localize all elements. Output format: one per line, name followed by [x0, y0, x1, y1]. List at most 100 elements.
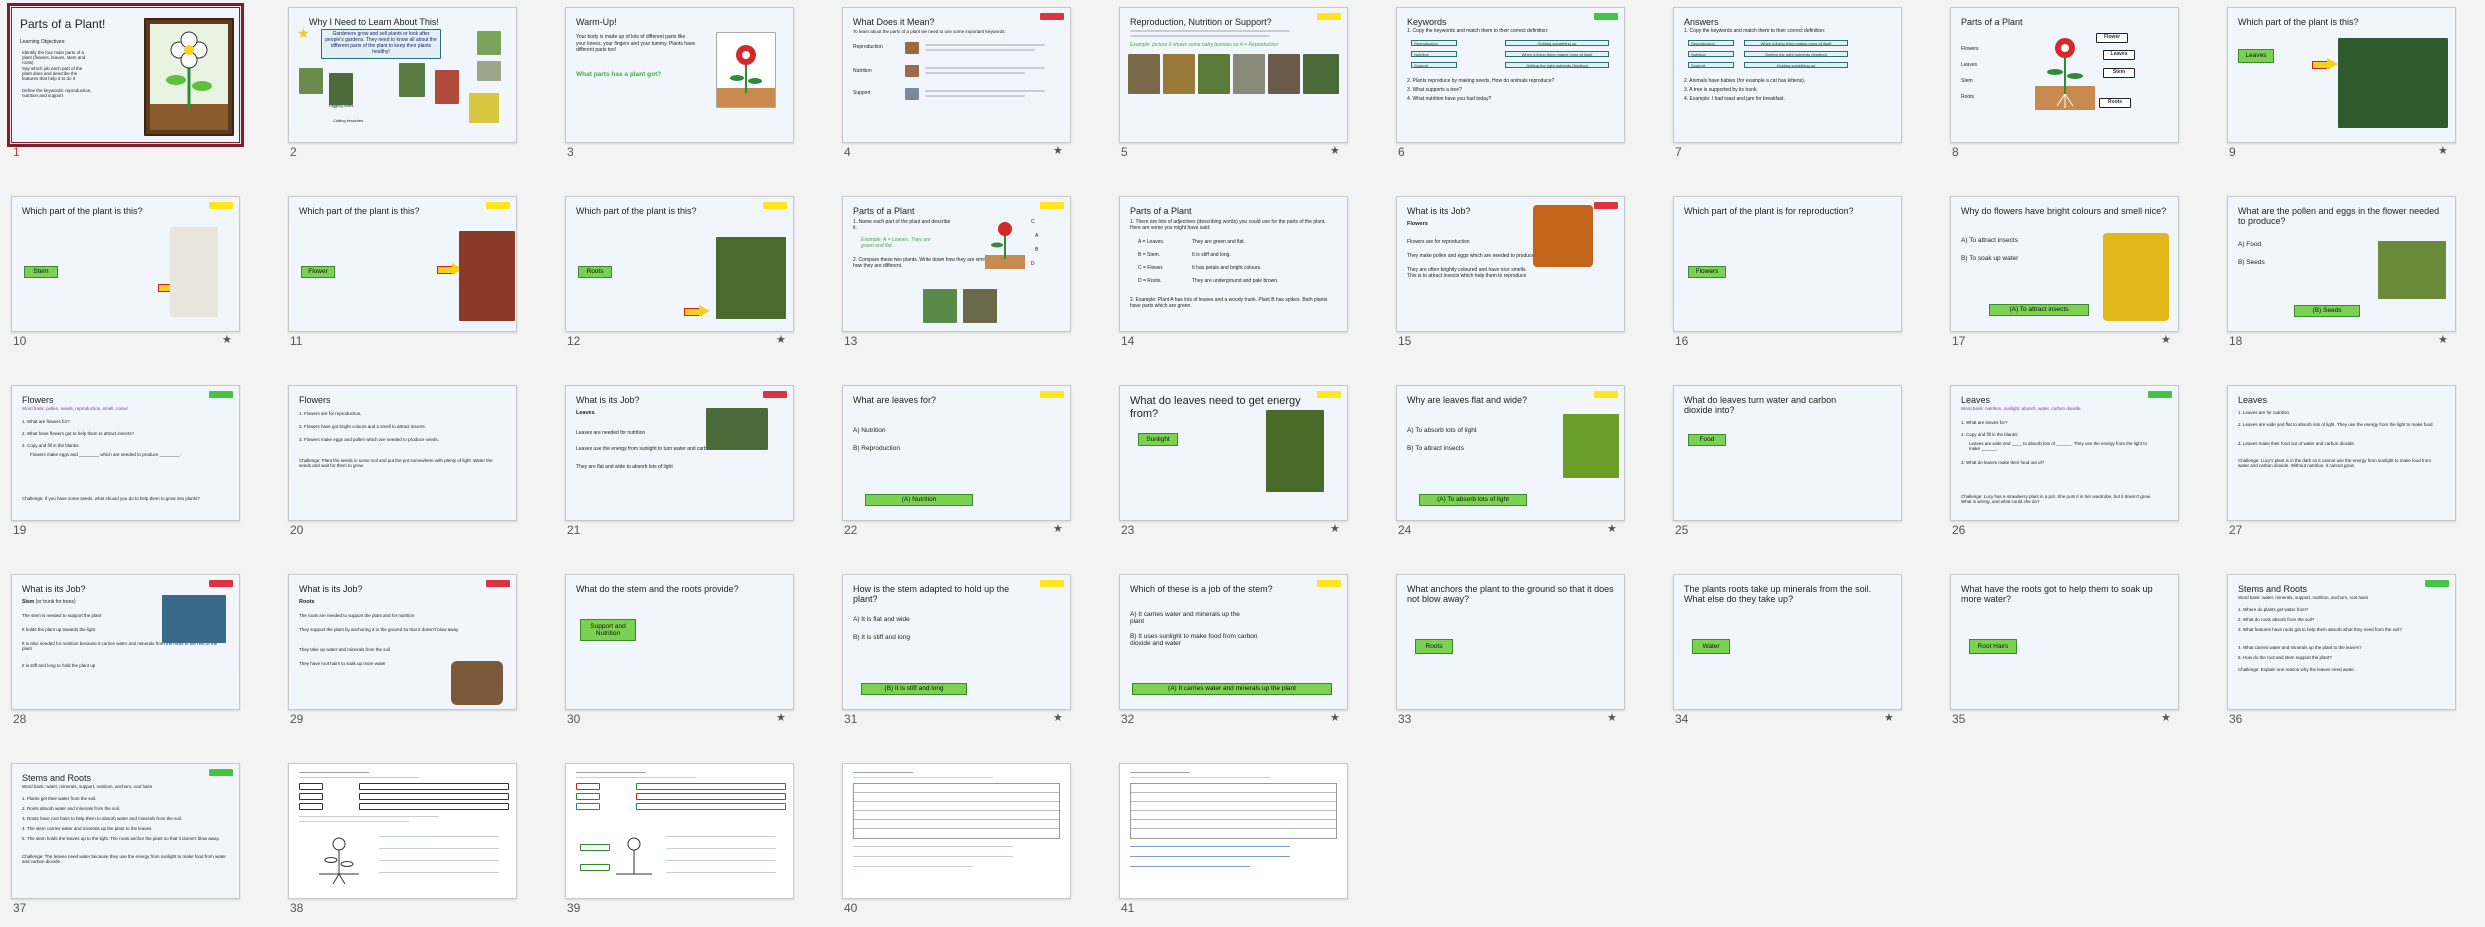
slide-number: 28 — [13, 712, 27, 726]
objectives-label: Learning Objectives: — [20, 39, 66, 45]
slide-thumbnail-6[interactable]: Keywords 1. Copy the keywords and match … — [1396, 7, 1625, 143]
slide-cell-30: What do the stem and the roots provide? … — [554, 567, 795, 726]
slide-thumbnail-24[interactable]: Why are leaves flat and wide? A) To abso… — [1396, 385, 1625, 521]
slide-cell-36: Stems and Roots Word bank: water, minera… — [2216, 567, 2457, 726]
slide-number: 29 — [290, 712, 304, 726]
stem-photo — [170, 227, 218, 317]
slide-thumbnail-3[interactable]: Warm-Up! Your body is made up of lots of… — [565, 7, 794, 143]
answer: 1. Flowers are for reproduction. — [299, 411, 362, 416]
slide-number: 30 — [567, 712, 581, 726]
slide-thumbnail-29[interactable]: What is its Job? Roots The roots are nee… — [288, 574, 517, 710]
slide-cell-12: Which part of the plant is this? Roots 1… — [554, 189, 795, 348]
animation-star-icon: ★ — [1330, 523, 1340, 535]
slide-thumbnail-36[interactable]: Stems and Roots Word bank: water, minera… — [2227, 574, 2456, 710]
row-label: A = Leaves. — [1138, 239, 1165, 245]
slide-number: 27 — [2229, 523, 2243, 537]
slide-thumbnail-37[interactable]: Stems and Roots Word bank: water, minera… — [11, 763, 240, 899]
slide-thumbnail-15[interactable]: What is its Job? Flowers Flowers are for… — [1396, 196, 1625, 332]
slide-thumbnail-5[interactable]: Reproduction, Nutrition or Support? Exam… — [1119, 7, 1348, 143]
slide-number: 4 — [844, 145, 851, 159]
slide-cell-41: 41 — [1108, 756, 1349, 915]
option-a: A) To attract insects — [1961, 237, 2018, 244]
answer-2: 2. Animals have babies (for example a ca… — [1684, 78, 1806, 84]
slide-title: What are the pollen and eggs in the flow… — [2238, 206, 2440, 227]
slide-cell-11: Which part of the plant is this? Flower … — [277, 189, 518, 348]
difficulty-tag — [209, 580, 233, 587]
slide-title: Which of these is a job of the stem? — [1130, 584, 1273, 594]
slide-thumbnail-38[interactable] — [288, 763, 517, 899]
slide-thumbnail-13[interactable]: Parts of a Plant 1. Name each part of th… — [842, 196, 1071, 332]
slide-title: Keywords — [1407, 17, 1447, 27]
slide-thumbnail-40[interactable] — [842, 763, 1071, 899]
worksheet-box — [576, 803, 600, 810]
definition-image — [905, 88, 919, 100]
slide-title: Stems and Roots — [22, 773, 92, 783]
slide-thumbnail-35[interactable]: What have the roots got to help them to … — [1950, 574, 2179, 710]
slide-thumbnail-39[interactable] — [565, 763, 794, 899]
slide-cell-38: 38 — [277, 756, 518, 915]
row-label: C = Flower. — [1138, 265, 1164, 271]
slide-number: 5 — [1121, 145, 1128, 159]
slide-thumbnail-33[interactable]: What anchors the plant to the ground so … — [1396, 574, 1625, 710]
slide-number: 35 — [1952, 712, 1966, 726]
objective-3: Define the keywords: reproduction, nutri… — [22, 88, 92, 98]
bullet: They are flat and wide to absorb lots of… — [576, 464, 673, 470]
slide-number: 22 — [844, 523, 858, 537]
slide-thumbnail-9[interactable]: Which part of the plant is this? Leaves — [2227, 7, 2456, 143]
slide-thumbnail-12[interactable]: Which part of the plant is this? Roots — [565, 196, 794, 332]
slide-cell-9: Which part of the plant is this? Leaves … — [2216, 0, 2457, 159]
slide-number: 25 — [1675, 523, 1689, 537]
slide-thumbnail-1[interactable]: Parts of a Plant! Learning Objectives: I… — [7, 3, 244, 147]
animation-star-icon: ★ — [1884, 712, 1894, 724]
word-bank: Word bank: nutrition, sunlight, absorb, … — [1961, 406, 2081, 411]
slide-thumbnail-32[interactable]: Which of these is a job of the stem? A) … — [1119, 574, 1348, 710]
slide-thumbnail-25[interactable]: What do leaves turn water and carbon dio… — [1673, 385, 1902, 521]
difficulty-tag — [1317, 391, 1341, 398]
slide-number: 40 — [844, 901, 858, 915]
worksheet-table — [1130, 783, 1337, 839]
bullet: They take up water and minerals from the… — [299, 647, 391, 652]
slide-thumbnail-30[interactable]: What do the stem and the roots provide? … — [565, 574, 794, 710]
slide-cell-27: Leaves 1. Leaves are for nutrition. 2. L… — [2216, 378, 2457, 537]
slide-cell-6: Keywords 1. Copy the keywords and match … — [1385, 0, 1626, 159]
bullet: It is stiff and long to hold the plant u… — [22, 663, 96, 668]
slide-cell-26: Leaves Word bank: nutrition, sunlight, a… — [1939, 378, 2180, 537]
option-b: B) Reproduction — [853, 445, 900, 452]
slide-thumbnail-11[interactable]: Which part of the plant is this? Flower — [288, 196, 517, 332]
slide-thumbnail-4[interactable]: What Does it Mean? To learn about the pa… — [842, 7, 1071, 143]
worksheet-box — [299, 803, 323, 810]
slide-thumbnail-26[interactable]: Leaves Word bank: nutrition, sunlight, a… — [1950, 385, 2179, 521]
option-a: A) It is flat and wide — [853, 616, 910, 623]
slide-thumbnail-16[interactable]: Which part of the plant is for reproduct… — [1673, 196, 1902, 332]
slide-thumbnail-17[interactable]: Why do flowers have bright colours and s… — [1950, 196, 2179, 332]
animation-star-icon: ★ — [1607, 712, 1617, 724]
slide-thumbnail-31[interactable]: How is the stem adapted to hold up the p… — [842, 574, 1071, 710]
slide-thumbnail-28[interactable]: What is its Job? Stem (or trunk for tree… — [11, 574, 240, 710]
answer-box: Support and Nutrition — [580, 619, 636, 641]
slide-thumbnail-41[interactable] — [1119, 763, 1348, 899]
slide-thumbnail-18[interactable]: What are the pollen and eggs in the flow… — [2227, 196, 2456, 332]
slide-thumbnail-7[interactable]: Answers 1. Copy the keywords and match t… — [1673, 7, 1902, 143]
slide-thumbnail-19[interactable]: Flowers Word bank: pollen, seeds, reprod… — [11, 385, 240, 521]
slide-thumbnail-27[interactable]: Leaves 1. Leaves are for nutrition. 2. L… — [2227, 385, 2456, 521]
slide-thumbnail-23[interactable]: What do leaves need to get energy from? … — [1119, 385, 1348, 521]
slide-thumbnail-34[interactable]: The plants roots take up minerals from t… — [1673, 574, 1902, 710]
slide-title: What have the roots got to help them to … — [1961, 584, 2153, 605]
letter-b: B — [1035, 247, 1039, 253]
slide-cell-2: Why I Need to Learn About This! ★ Garden… — [277, 0, 518, 159]
slide-thumbnail-8[interactable]: Parts of a Plant Flowers Leaves Stem Roo… — [1950, 7, 2179, 143]
slide-thumbnail-21[interactable]: What is its Job? Leaves Leaves are neede… — [565, 385, 794, 521]
slide-thumbnail-10[interactable]: Which part of the plant is this? Stem — [11, 196, 240, 332]
roots-photo — [451, 661, 503, 705]
slide-thumbnail-14[interactable]: Parts of a Plant 1. There are lots of ad… — [1119, 196, 1348, 332]
slide-number: 6 — [1398, 145, 1405, 159]
slide-thumbnail-20[interactable]: Flowers 1. Flowers are for reproduction.… — [288, 385, 517, 521]
answer-box: Flower — [301, 266, 335, 278]
animation-star-icon: ★ — [776, 712, 786, 724]
slide-thumbnail-2[interactable]: Why I Need to Learn About This! ★ Garden… — [288, 7, 517, 143]
slide-number: 9 — [2229, 145, 2236, 159]
slide-thumbnail-22[interactable]: What are leaves for? A) Nutrition B) Rep… — [842, 385, 1071, 521]
animation-star-icon: ★ — [1053, 523, 1063, 535]
definition-image — [905, 42, 919, 54]
question: 1. Where do plants get water from? — [2238, 607, 2309, 612]
